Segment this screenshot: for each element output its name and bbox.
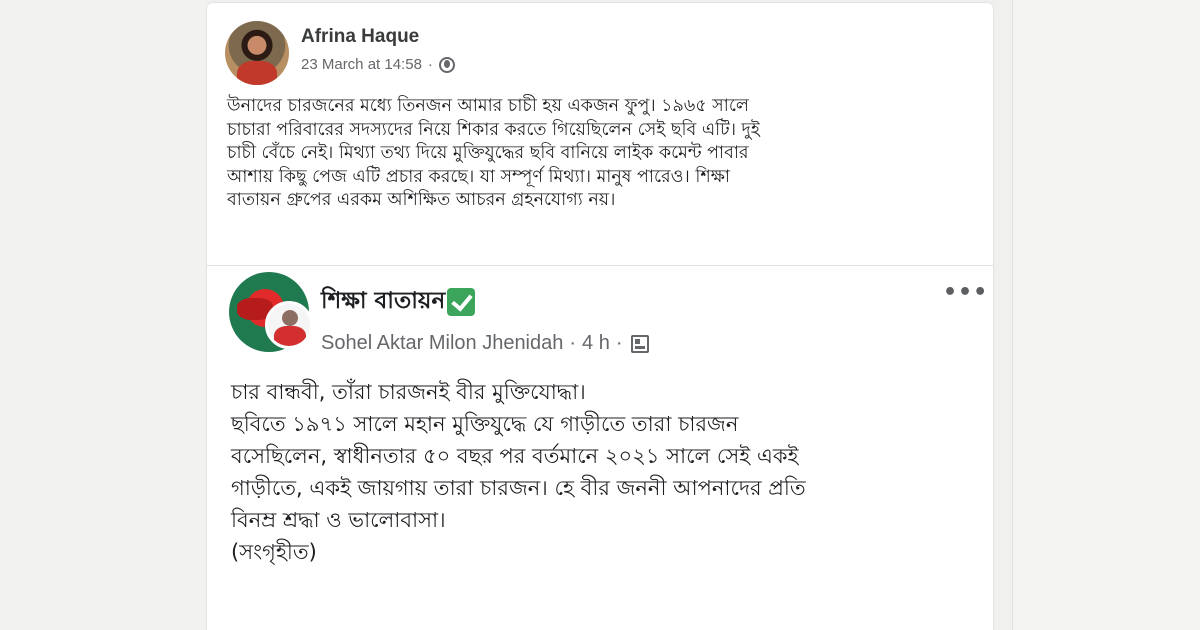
background-left [0,0,207,630]
post-card: Afrina Haque 23 March at 14:58 · উনাদের … [207,3,993,630]
post-text-line: বাতায়ন গ্রুপের এরকম অশিক্ষিত আচরন গ্রহন… [227,190,616,210]
page-name-text[interactable]: শিক্ষা বাতায়ন [321,282,445,321]
shared-text-line: চার বান্ধবী, তাঁরা চারজনই বীর মুক্তিযোদ্… [231,380,586,404]
post-text-line: চাচী বেঁচে নেই। মিথ্যা তথ্য দিয়ে মুক্তি… [227,143,749,163]
shared-post-body: চার বান্ধবী, তাঁরা চারজনই বীর মুক্তিযোদ্… [231,376,981,568]
post-text-line: আশায় কিছু পেজ এটি প্রচার করছে। যা সম্পূ… [227,166,730,187]
meta-separator: · [427,56,433,73]
shared-text-line: বসেছিলেন, স্বাধীনতার ৫০ বছর পর বর্তমানে … [231,444,799,468]
post-text-line: চাচারা পরিবারের সদস্যদের নিয়ে শিকার করত… [227,119,760,140]
post-meta: 23 March at 14:58 · [301,56,455,73]
shared-post: শিক্ষা বাতায়ন ••• Sohel Aktar Milon Jhe… [207,265,993,630]
post-text-line: উনাদের চারজনের মধ্যে তিনজন আমার চাচী হয়… [227,96,749,116]
shared-text-line: বিনম্র শ্রদ্ধা ও ভালোবাসা। [231,508,446,532]
post-timestamp[interactable]: 23 March at 14:58 [301,56,422,73]
poster-name[interactable]: Sohel Aktar Milon Jhenidah [321,332,563,355]
group-icon[interactable] [630,334,649,353]
shared-text-line: (সংগৃহীত) [231,540,317,564]
page-name: শিক্ষা বাতায়ন [321,282,476,321]
more-options-icon[interactable]: ••• [943,280,988,305]
meta-separator: · [615,332,623,354]
shared-post-time[interactable]: 4 h [582,332,610,355]
author-name[interactable]: Afrina Haque [301,26,455,48]
author-avatar[interactable] [225,21,289,85]
poster-avatar[interactable] [265,301,313,349]
post-header: Afrina Haque 23 March at 14:58 · [225,21,455,85]
globe-icon[interactable] [438,56,455,73]
shared-post-meta: Sohel Aktar Milon Jhenidah · 4 h · [321,332,649,355]
meta-separator: · [569,332,577,354]
background-right [1012,0,1200,630]
post-body: উনাদের চারজনের মধ্যে তিনজন আমার চাচী হয়… [227,95,979,213]
author-block: Afrina Haque 23 March at 14:58 · [301,26,455,85]
shared-text-line: ছবিতে ১৯৭১ সালে মহান মুক্তিযুদ্ধে যে গাড… [231,412,739,436]
shared-text-line: গাড়ীতে, একই জায়গায় তারা চারজন। হে বীর… [231,476,806,500]
check-mark-icon [447,287,476,316]
